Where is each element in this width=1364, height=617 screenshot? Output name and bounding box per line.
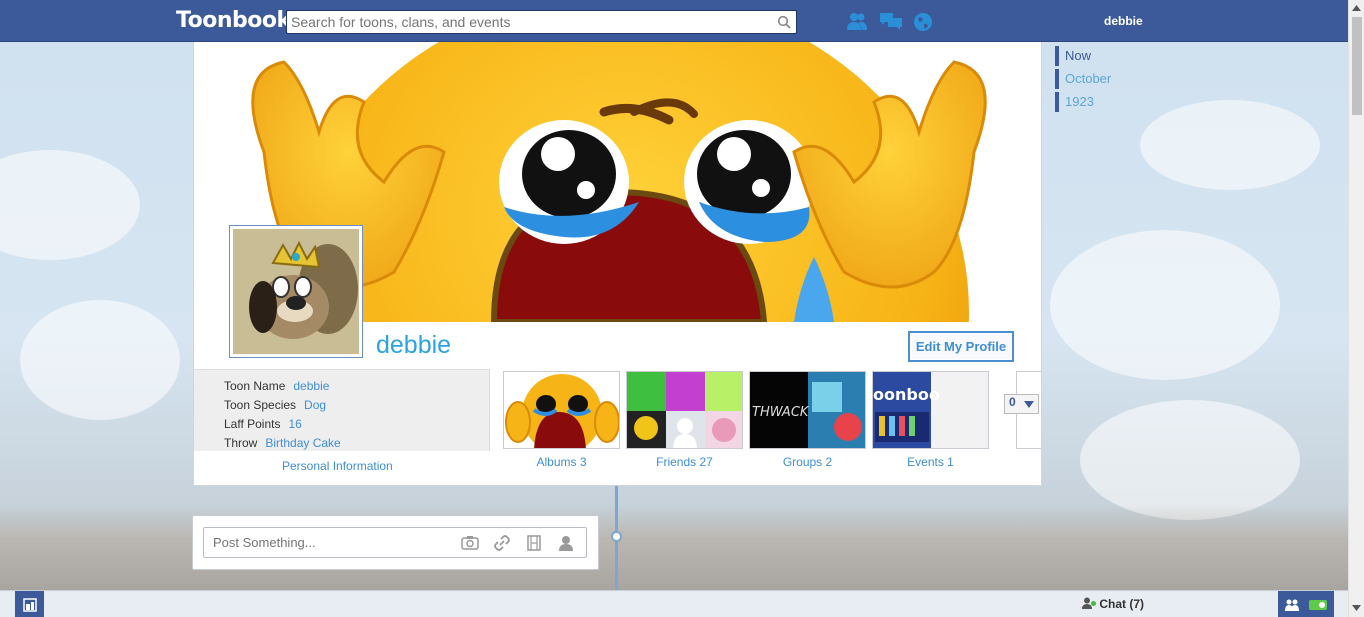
profile-avatar[interactable] [229,225,363,358]
scroll-up-arrow-icon[interactable] [1352,5,1361,11]
info-value-throw[interactable]: Birthday Cake [265,436,340,450]
chat-button[interactable]: Chat (7) [1082,597,1144,611]
background-cloud [1140,100,1320,190]
albums-thumbnail [504,372,619,448]
chat-user-icon [1082,597,1096,609]
events-thumbnail: oonboo [873,372,988,448]
site-logo[interactable]: Toonbook [176,8,291,33]
link-icon[interactable] [494,535,510,551]
chat-count: (7) [1129,597,1145,611]
info-label: Laff Points [224,417,281,431]
edit-profile-button[interactable]: Edit My Profile [908,331,1014,362]
friends-online-icon[interactable] [1285,599,1299,611]
timeline-year-nav: Now October 1923 [1055,46,1111,115]
bottom-right-controls [1278,591,1334,617]
info-value-toon-species[interactable]: Dog [304,398,326,412]
scrollbar-thumb[interactable] [1352,17,1362,115]
friends-link[interactable]: Friends 27 [626,455,743,469]
bottom-left-button[interactable] [15,591,44,617]
top-navigation-bar: Toonbook debbie [0,0,1348,42]
page-scrollbar[interactable] [1348,0,1364,617]
friends-tile[interactable] [626,371,743,449]
personal-information-link[interactable]: Personal Information [282,459,393,473]
info-label: Toon Species [224,398,297,412]
albums-tile[interactable] [503,371,620,449]
bottom-bar: Chat (7) [0,590,1348,617]
more-count: 0 [1009,395,1016,409]
events-tile[interactable]: oonboo [872,371,989,449]
camera-icon[interactable] [461,535,479,550]
search-icon[interactable] [777,15,791,29]
albums-link[interactable]: Albums 3 [503,455,620,469]
toonbook-app-icon [23,598,37,612]
info-row-throw: Throw Birthday Cake [224,436,341,450]
profile-name[interactable]: debbie [376,331,451,360]
timeline-item-now[interactable]: Now [1055,46,1111,66]
top-username-link[interactable]: debbie [1104,14,1143,28]
events-link[interactable]: Events 1 [872,455,989,469]
friend-requests-icon[interactable] [846,12,868,30]
scroll-down-arrow-icon[interactable] [1352,605,1361,611]
messages-icon[interactable] [879,12,903,30]
more-sections-dropdown[interactable]: 0 [1004,394,1039,414]
timeline-dot [611,531,622,542]
profile-panel: debbie Edit My Profile Toon Name debbie T… [193,42,1042,486]
info-label: Throw [224,436,258,450]
background-cloud [0,150,140,260]
groups-thumbnail: THWACK [750,372,865,448]
svg-text:oonboo: oonboo [873,385,940,404]
info-row-toon-species: Toon Species Dog [224,398,326,412]
groups-link[interactable]: Groups 2 [749,455,866,469]
info-value-toon-name[interactable]: debbie [293,379,329,393]
timeline-item-october[interactable]: October [1055,69,1111,89]
avatar-image [233,229,359,354]
groups-tile[interactable]: THWACK [749,371,866,449]
search-input[interactable] [287,11,767,33]
post-composer [192,515,599,570]
search-box [286,10,797,34]
film-icon[interactable] [527,535,541,551]
friends-thumbnail [627,372,742,448]
background-cloud [1050,230,1280,380]
info-value-laff-points[interactable]: 16 [288,417,301,431]
personal-info-box: Toon Name debbie Toon Species Dog Laff Poi… [194,369,490,451]
chevron-down-icon [1024,401,1034,408]
online-toggle-icon[interactable] [1309,600,1327,610]
chat-label: Chat [1099,597,1127,611]
info-row-toon-name: Toon Name debbie [224,379,329,393]
info-label: Toon Name [224,379,286,393]
person-tag-icon[interactable] [559,535,573,551]
info-row-laff-points: Laff Points 16 [224,417,302,431]
background-cloud [20,300,180,420]
notifications-globe-icon[interactable] [913,12,933,32]
background-cloud [1080,400,1300,520]
svg-text:THWACK: THWACK [752,405,810,420]
timeline-item-1923[interactable]: 1923 [1055,92,1111,112]
